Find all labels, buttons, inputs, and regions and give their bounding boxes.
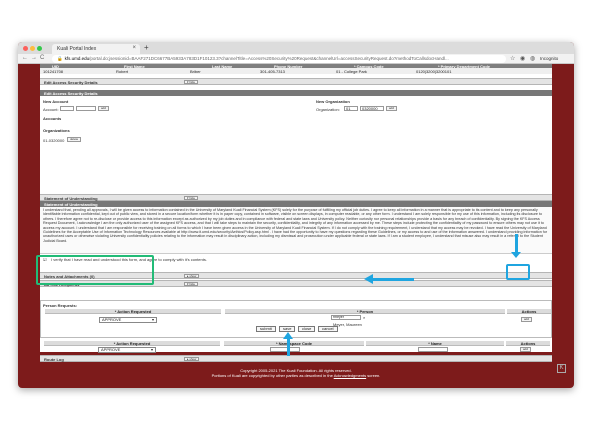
url-path: /portal.do;jsessionid=BAAF271DC6677BA593… <box>89 56 449 61</box>
statement-hide-button[interactable]: ▾ hide <box>184 196 199 200</box>
account-chart-select[interactable] <box>60 106 74 111</box>
edit-access-subhead: Edit Access Security Details <box>40 90 552 96</box>
new-organization-label: New Organization <box>316 99 350 104</box>
org-code-input[interactable]: 0320000 <box>360 106 384 111</box>
person-requests-highlight <box>36 255 154 285</box>
organization-label: Organization: <box>316 107 340 112</box>
back-icon[interactable]: ← <box>22 55 28 61</box>
url-host: kfs.umd.edu <box>64 56 90 61</box>
arrow-left-shaft <box>372 278 414 281</box>
kuali-logo-icon: K <box>557 364 566 373</box>
close-button[interactable]: close <box>298 326 316 332</box>
actions-header: Actions <box>507 309 551 314</box>
namespace-code-header: * Namespace Code <box>224 341 364 346</box>
footer-portions: Portions of Kuali are copyrighted by oth… <box>211 373 381 378</box>
actions-header-2: Actions <box>506 341 550 346</box>
chevron-down-icon: ▾ <box>151 317 154 322</box>
first-name-value: Robert <box>116 69 129 74</box>
arrow-up-shaft <box>287 338 290 356</box>
arrow-down-shaft <box>515 234 518 254</box>
arrow-down-head <box>511 252 521 258</box>
org-chart-select[interactable]: 01 <box>344 106 358 111</box>
edit-access-hide-button[interactable]: ▾ hide <box>184 80 199 84</box>
action-requested-select[interactable]: APPROVE ▾ <box>99 317 157 323</box>
reload-icon[interactable]: C <box>40 55 44 61</box>
action-requested-header-2: * Action Requested <box>44 341 220 346</box>
tab-close-icon[interactable]: × <box>132 45 136 51</box>
tab-title: Kuali Portal Index <box>57 46 97 52</box>
extension-icon[interactable]: ◉ <box>520 55 525 62</box>
person-requests-label: Person Requests: <box>43 303 78 308</box>
arrow-left-head <box>364 274 373 284</box>
star-icon[interactable]: ☆ <box>510 55 515 62</box>
new-account-label: New Account <box>43 99 69 104</box>
browser-tab[interactable]: Kuali Portal Index × <box>52 44 140 54</box>
account-label: Account: <box>43 107 59 112</box>
person-header: * Person <box>225 309 505 314</box>
account-add-button[interactable]: add <box>98 106 110 111</box>
phone-value: 301-405-7313 <box>260 69 285 74</box>
incognito-icon: ◍ <box>530 56 536 62</box>
uid-value: 101241708 <box>43 69 64 74</box>
organizations-label: Organizations <box>43 128 70 133</box>
name-header: * Name <box>366 341 504 346</box>
accounts-label: Accounts <box>43 116 62 121</box>
new-tab-icon[interactable]: + <box>144 43 149 52</box>
statement-text: I understand that, pending all approvals… <box>40 207 552 254</box>
add-button-highlight <box>506 264 530 280</box>
person-add-button[interactable]: add <box>521 317 533 322</box>
adhoc-recipients-panel: Person Requests: * Action Requested * Pe… <box>40 300 552 338</box>
person-id-input[interactable]: rmeyer <box>331 315 361 320</box>
lock-icon: 🔒 <box>57 56 63 61</box>
tab-bar: Kuali Portal Index × + <box>18 42 574 54</box>
edit-access-section-header: Edit Access Security Details ▾ hide <box>40 78 552 85</box>
campus-value: 01 - College Park <box>336 69 367 74</box>
notes-show-button[interactable]: ▸ show <box>184 274 200 278</box>
forward-icon[interactable]: → <box>31 55 37 61</box>
close-window-button[interactable] <box>23 46 28 51</box>
acknowledgments-link[interactable]: Acknowledgments <box>334 373 366 378</box>
address-bar[interactable]: 🔒 kfs.umd.edu/portal.do;jsessionid=BAAF27… <box>52 55 506 63</box>
submit-button[interactable]: submit <box>256 326 276 332</box>
user-table-row: 101241708 Robert Briber 301-405-7313 01 … <box>40 68 552 74</box>
last-name-value: Briber <box>190 69 201 74</box>
existing-org-value: 01-0320000 <box>43 138 65 143</box>
incognito-label: Incognito <box>540 56 559 61</box>
adhoc-hide-button[interactable]: ▾ hide <box>184 282 199 286</box>
org-delete-button[interactable]: delete <box>67 137 82 142</box>
arrow-up-head <box>283 332 293 339</box>
statement-section-header: Statement of Understanding ▾ hide <box>40 194 552 201</box>
maximize-window-button[interactable] <box>37 46 42 51</box>
person-lookup-icon[interactable]: ⌕ <box>363 315 365 320</box>
org-add-button[interactable]: add <box>386 106 398 111</box>
page-footer: Copyright 2005-2021 The Kuali Foundation… <box>18 352 574 388</box>
dept-value: 0120|3200|3200101 <box>416 69 452 74</box>
kuali-page: UID First Name Last Name Phone Number * … <box>40 64 552 362</box>
minimize-window-button[interactable] <box>30 46 35 51</box>
action-requested-header: * Action Requested <box>45 309 221 314</box>
browser-window: Kuali Portal Index × + ← → C 🔒 kfs.umd.ed… <box>18 42 574 388</box>
account-number-input[interactable] <box>76 106 96 111</box>
browser-toolbar: ← → C 🔒 kfs.umd.edu/portal.do;jsessionid=… <box>18 54 574 64</box>
cancel-button[interactable]: cancel <box>318 326 338 332</box>
